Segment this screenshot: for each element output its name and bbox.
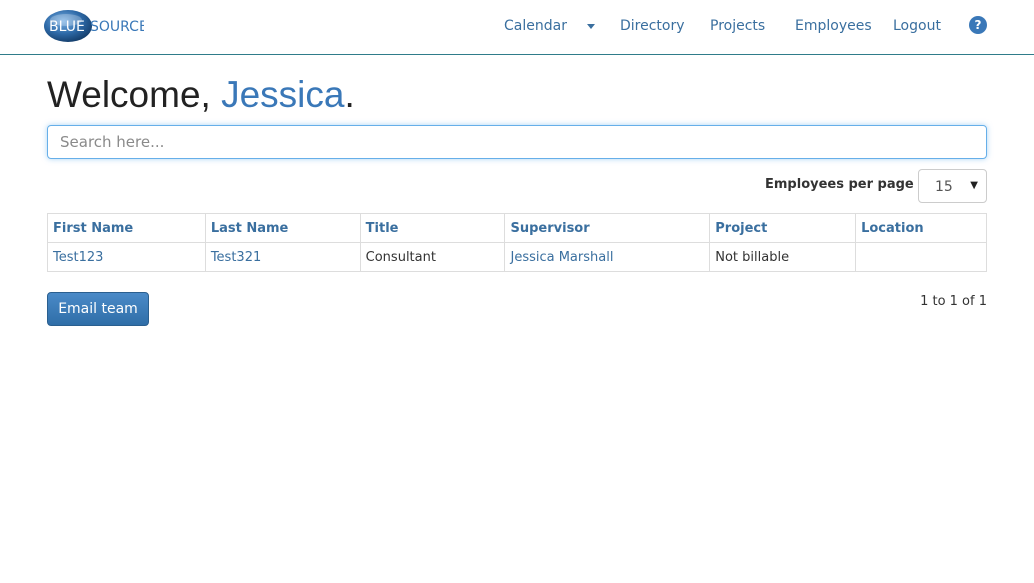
employees-per-page-select[interactable]: 15 ▼ <box>918 169 987 203</box>
search-input[interactable] <box>47 125 987 159</box>
select-arrow-icon: ▼ <box>970 180 978 191</box>
cell-supervisor-link[interactable]: Jessica Marshall <box>504 242 711 272</box>
column-header-title[interactable]: Title <box>359 213 506 243</box>
nav-directory[interactable]: Directory <box>620 18 685 34</box>
table-row: Test123 Test321 Consultant Jessica Marsh… <box>47 242 987 272</box>
column-header-supervisor[interactable]: Supervisor <box>504 213 711 243</box>
calendar-dropdown-caret-icon[interactable] <box>587 24 595 29</box>
cell-first-name-link[interactable]: Test123 <box>47 242 206 272</box>
pagination-info: 1 to 1 of 1 <box>920 294 987 309</box>
nav-projects[interactable]: Projects <box>710 18 765 34</box>
cell-location <box>855 242 987 272</box>
logo-text-blue: BLUE <box>49 19 85 35</box>
employees-table: First Name Last Name Title Supervisor Pr… <box>47 213 987 272</box>
welcome-user-name: Jessica <box>221 74 345 115</box>
nav-logout[interactable]: Logout <box>893 18 941 34</box>
per-page-value: 15 <box>935 179 953 195</box>
top-navbar: BLUE SOURCE Calendar Directory Projects … <box>0 0 1034 55</box>
column-header-last-name[interactable]: Last Name <box>204 213 361 243</box>
page-title: Welcome, Jessica. <box>47 73 355 117</box>
cell-last-name-link[interactable]: Test321 <box>204 242 361 272</box>
cell-project: Not billable <box>709 242 857 272</box>
email-team-button[interactable]: Email team <box>47 292 149 326</box>
nav-employees[interactable]: Employees <box>795 18 872 34</box>
column-header-project[interactable]: Project <box>709 213 857 243</box>
nav-calendar[interactable]: Calendar <box>504 18 567 34</box>
bluesource-logo[interactable]: BLUE SOURCE <box>44 9 144 43</box>
cell-title: Consultant <box>359 242 506 272</box>
column-header-first-name[interactable]: First Name <box>47 213 206 243</box>
welcome-prefix: Welcome, <box>47 74 222 115</box>
welcome-suffix: . <box>344 74 355 115</box>
table-header-row: First Name Last Name Title Supervisor Pr… <box>47 213 987 243</box>
logo-text-source: SOURCE <box>90 19 144 35</box>
column-header-location[interactable]: Location <box>855 213 987 243</box>
help-question-icon[interactable]: ? <box>969 16 987 34</box>
employees-per-page-label: Employees per page <box>765 177 914 192</box>
logo-graphic: BLUE SOURCE <box>44 10 144 42</box>
